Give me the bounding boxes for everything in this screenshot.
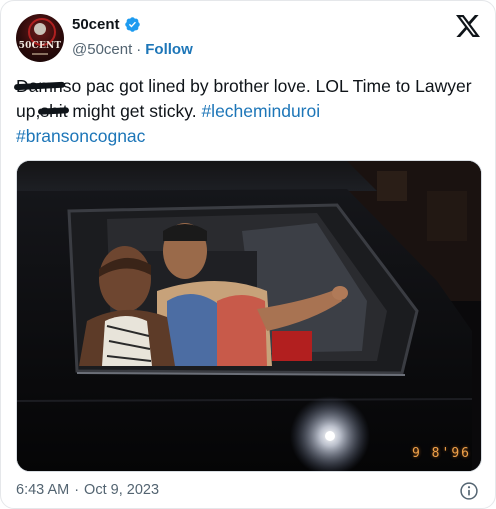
timestamp-separator: ·: [74, 482, 80, 498]
tweet-date[interactable]: Oct 9, 2023: [84, 482, 159, 498]
tweet-photo[interactable]: 9 8'96: [16, 160, 482, 472]
handle-separator: ·: [136, 41, 142, 58]
author-handle-row: @50cent · Follow: [72, 41, 193, 58]
tweet-body: Damnso pac got lined by brother love. LO…: [13, 74, 486, 149]
hashtag-link[interactable]: #lecheminduroi: [201, 101, 320, 121]
follow-button[interactable]: Follow: [145, 41, 193, 58]
hashtag-link[interactable]: #bransoncognac: [16, 126, 145, 146]
skull-graphic: [34, 23, 46, 35]
author-name-row: 50cent: [72, 16, 141, 33]
tweet-text-part-2: might get sticky.: [67, 101, 202, 121]
author-display-name[interactable]: 50cent: [72, 16, 120, 33]
verified-badge-icon[interactable]: [124, 16, 141, 33]
author-handle[interactable]: @50cent: [72, 41, 132, 58]
photo-illustration: [17, 161, 481, 471]
avatar-logo-text: 50CENT: [18, 41, 62, 51]
avatar[interactable]: 50CENT: [16, 14, 64, 62]
info-icon[interactable]: [459, 481, 479, 501]
tweet-timestamp[interactable]: 6:43 AM · Oct 9, 2023: [16, 482, 159, 498]
photo-date-stamp: 9 8'96: [412, 446, 471, 461]
x-logo-icon[interactable]: [456, 15, 480, 37]
avatar-underline: [32, 53, 48, 55]
redacted-word: shit: [38, 99, 70, 124]
redacted-word: Damn: [13, 74, 65, 99]
tweet-time[interactable]: 6:43 AM: [16, 482, 69, 498]
